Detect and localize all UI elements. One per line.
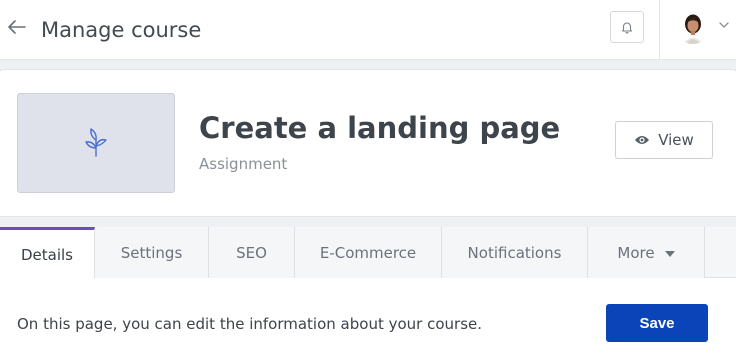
course-summary: Create a landing page Assignment View bbox=[0, 71, 736, 216]
tab-label: SEO bbox=[236, 243, 267, 262]
tab-label: Details bbox=[20, 245, 73, 264]
tab-notifications[interactable]: Notifications bbox=[442, 227, 588, 278]
header-spacer bbox=[0, 60, 736, 70]
view-button[interactable]: View bbox=[615, 121, 713, 159]
tab-seo[interactable]: SEO bbox=[209, 227, 295, 278]
top-header: Manage course bbox=[0, 0, 736, 60]
avatar bbox=[676, 10, 710, 44]
notifications-button[interactable] bbox=[610, 11, 644, 43]
user-menu[interactable] bbox=[676, 10, 732, 44]
eye-icon bbox=[635, 136, 650, 144]
info-text: On this page, you can edit the informati… bbox=[17, 315, 483, 333]
back-button[interactable] bbox=[6, 16, 28, 38]
course-thumbnail[interactable] bbox=[17, 93, 175, 193]
tab-settings[interactable]: Settings bbox=[95, 227, 209, 278]
details-panel: On this page, you can edit the informati… bbox=[0, 278, 736, 353]
course-type: Assignment bbox=[199, 155, 288, 173]
tab-label: Notifications bbox=[467, 243, 562, 262]
bell-icon bbox=[621, 22, 633, 34]
save-button[interactable]: Save bbox=[606, 304, 708, 342]
tab-label: E-Commerce bbox=[319, 243, 417, 262]
plant-sprout-icon bbox=[85, 128, 107, 157]
tab-e-commerce[interactable]: E-Commerce bbox=[295, 227, 442, 278]
tab-label: Settings bbox=[120, 243, 183, 262]
view-button-label: View bbox=[658, 131, 694, 149]
tab-more[interactable]: More bbox=[588, 227, 705, 278]
chevron-down-icon bbox=[719, 22, 729, 28]
course-title: Create a landing page bbox=[199, 111, 561, 145]
page-title: Manage course bbox=[41, 18, 202, 42]
tab-bar: Details Settings SEO E-Commerce Notifica… bbox=[0, 227, 736, 279]
tab-label: More bbox=[617, 243, 655, 262]
tabs-spacer bbox=[0, 216, 736, 227]
arrow-left-icon bbox=[8, 20, 26, 34]
header-divider bbox=[659, 0, 660, 60]
caret-down-icon bbox=[664, 250, 675, 257]
tab-details[interactable]: Details bbox=[0, 227, 95, 279]
